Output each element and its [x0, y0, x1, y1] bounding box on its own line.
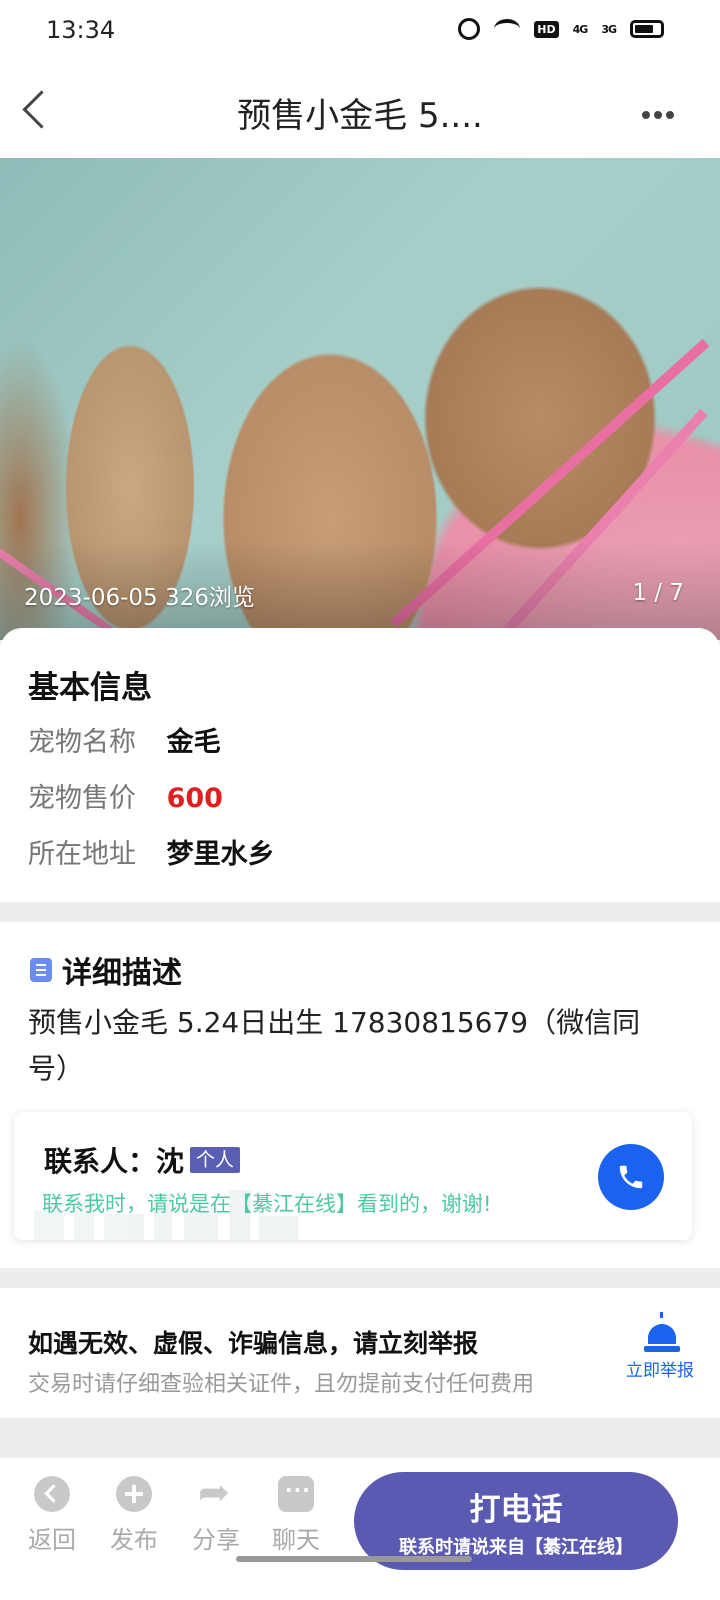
nav-bar: 预售小金毛 5.... [0, 64, 720, 158]
status-icons: HD 4G 3G [458, 18, 664, 40]
page-title: 预售小金毛 5.... [237, 96, 483, 136]
share-icon [198, 1470, 234, 1514]
chevron-left-icon[interactable] [18, 86, 48, 130]
home-indicator[interactable] [236, 1556, 472, 1562]
contact-name: 沈 [156, 1145, 185, 1178]
contact-name-row: 联系人： 沈 个人 [44, 1140, 241, 1180]
contact-hint: 联系我时，请说是在【綦江在线】看到的，谢谢! [42, 1192, 492, 1216]
post-date: 2023-06-05 [24, 585, 158, 611]
call-button-label: 打电话 [469, 1492, 563, 1528]
signal-4g-icon: 4G [572, 22, 589, 36]
photo-counter: 1 / 7 [632, 580, 684, 606]
bottom-action-bar: 返回 发布 分享 聊天 打电话 联系时请说来自【綦江在线】 [0, 1458, 720, 1600]
contact-card: 联系人： 沈 个人 联系我时，请说是在【綦江在线】看到的，谢谢! [14, 1112, 692, 1240]
bottom-item-label: 聊天 [272, 1526, 320, 1554]
info-row-price: 宠物售价 600 [28, 776, 223, 815]
contact-label: 联系人： [44, 1145, 157, 1178]
chat-icon [278, 1476, 314, 1512]
info-value: 金毛 [166, 727, 221, 758]
siren-icon [644, 1312, 680, 1352]
info-row-pet-name: 宠物名称 金毛 [28, 720, 221, 759]
detail-card: 详细描述 预售小金毛 5.24日出生 17830815679（微信同号） 联系人… [0, 922, 720, 1268]
detail-header: 详细描述 [30, 948, 182, 992]
person-badge: 个人 [190, 1147, 241, 1173]
price-value: 600 [166, 783, 223, 814]
basic-info-card: 基本信息 宠物名称 金毛 宠物售价 600 所在地址 梦里水乡 [0, 628, 720, 902]
hd-icon: HD [534, 20, 559, 38]
battery-icon [630, 20, 664, 38]
status-time: 13:34 [46, 16, 116, 44]
signal-3g-icon: 3G [601, 22, 617, 36]
bottom-item-label: 返回 [28, 1526, 76, 1554]
document-icon [30, 958, 52, 982]
detail-text: 预售小金毛 5.24日出生 17830815679（微信同号） [28, 1006, 641, 1085]
report-button-label: 立即举报 [626, 1361, 694, 1381]
status-bar: 13:34 HD 4G 3G [0, 0, 720, 64]
plus-icon [116, 1476, 152, 1512]
photo-carousel[interactable]: 2023-06-05 326浏览 1 / 7 [0, 158, 720, 640]
listing-page: 13:34 HD 4G 3G 预售小金毛 5.... 2023-06-05 32… [0, 0, 720, 1600]
info-label: 宠物名称 [28, 727, 136, 758]
bottom-item-publish[interactable]: 发布 [104, 1476, 164, 1555]
report-button[interactable]: 立即举报 [626, 1312, 698, 1381]
info-value: 梦里水乡 [166, 839, 275, 870]
info-label: 宠物售价 [28, 783, 136, 814]
report-card: 如遇无效、虚假、诈骗信息，请立刻举报 交易时请仔细查验相关证件，且勿提前支付任何… [0, 1288, 720, 1418]
info-label: 所在地址 [28, 839, 136, 870]
bottom-item-share[interactable]: 分享 [186, 1470, 246, 1555]
wifi-icon [494, 19, 521, 39]
photo-meta: 2023-06-05 326浏览 [24, 578, 255, 612]
phone-icon [619, 1165, 643, 1189]
view-count: 326浏览 [164, 585, 255, 611]
bottom-item-label: 分享 [192, 1526, 240, 1554]
more-dots-icon[interactable] [642, 104, 678, 119]
basic-info-title: 基本信息 [28, 670, 152, 706]
alarm-icon [458, 18, 481, 40]
bottom-item-back[interactable]: 返回 [22, 1476, 82, 1555]
bottom-item-label: 发布 [110, 1526, 158, 1554]
report-title: 如遇无效、虚假、诈骗信息，请立刻举报 [28, 1329, 479, 1358]
bottom-item-chat[interactable]: 聊天 [266, 1476, 326, 1555]
report-subtitle: 交易时请仔细查验相关证件，且勿提前支付任何费用 [28, 1372, 535, 1397]
call-button[interactable] [598, 1144, 664, 1210]
back-icon [34, 1476, 70, 1512]
detail-title: 详细描述 [62, 956, 182, 991]
info-row-address: 所在地址 梦里水乡 [28, 832, 275, 871]
